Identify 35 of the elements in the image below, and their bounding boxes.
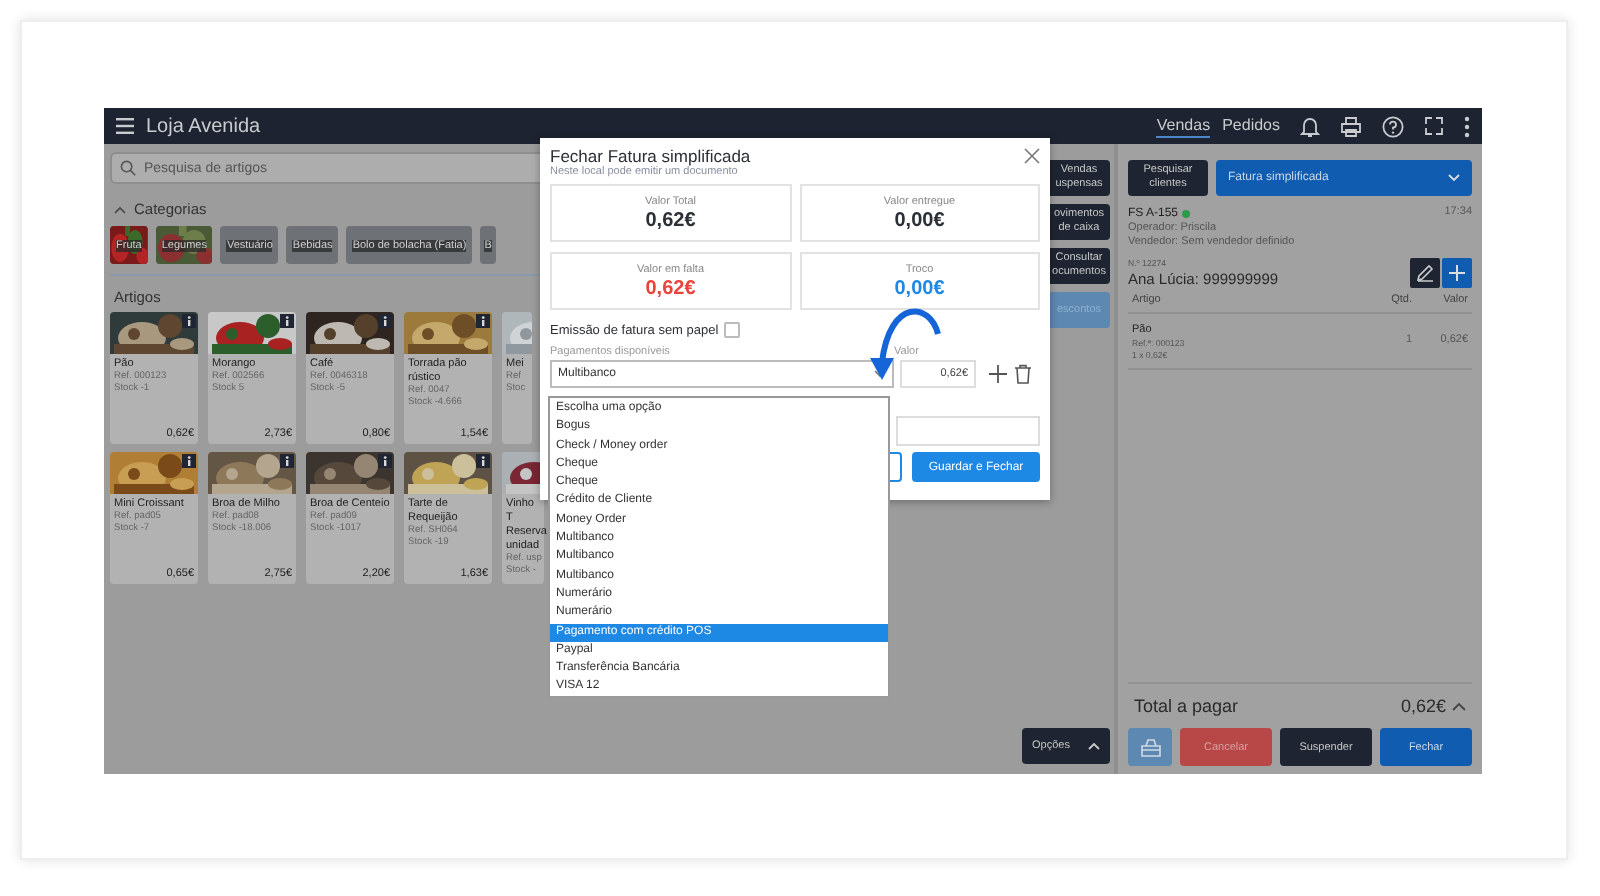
- checkbox[interactable]: [724, 322, 741, 338]
- plus-icon[interactable]: [988, 364, 1008, 384]
- info-icon[interactable]: [378, 314, 392, 328]
- chevron-up-icon[interactable]: [114, 205, 126, 213]
- add-button[interactable]: [1442, 258, 1472, 289]
- store-name: Loja Avenida: [146, 115, 261, 137]
- cash-drawer-icon: [1139, 737, 1161, 757]
- bell-icon[interactable]: [1300, 115, 1320, 137]
- dialog-title: Fechar Fatura simplificada: [550, 146, 751, 166]
- info-icon[interactable]: [182, 314, 196, 328]
- more-icon[interactable]: [1464, 115, 1470, 137]
- close-icon[interactable]: [1024, 148, 1040, 164]
- nav-tab[interactable]: Pedidos: [1222, 114, 1280, 138]
- trash-icon[interactable]: [1014, 364, 1032, 384]
- total-value: 0,62€: [1400, 696, 1446, 716]
- edit-button[interactable]: [1410, 258, 1440, 289]
- info-icon[interactable]: [182, 454, 196, 468]
- total-label: Total a pagar: [1134, 696, 1239, 716]
- chevron-up-icon: [1088, 742, 1100, 750]
- fullscreen-icon[interactable]: [1424, 116, 1444, 136]
- info-icon[interactable]: [378, 454, 392, 468]
- search-icon: [120, 160, 136, 176]
- menu-icon[interactable]: [116, 118, 134, 134]
- info-icon[interactable]: [476, 454, 490, 468]
- info-icon[interactable]: [476, 314, 490, 328]
- chevron-up-icon[interactable]: [1452, 701, 1466, 711]
- help-icon[interactable]: [1382, 115, 1404, 137]
- pencil-icon: [1416, 264, 1434, 283]
- nav-tab[interactable]: Vendas: [1156, 114, 1211, 138]
- info-icon[interactable]: [280, 454, 294, 468]
- chevron-down-icon: [1448, 174, 1460, 182]
- info-icon[interactable]: [280, 314, 294, 328]
- printer-icon[interactable]: [1340, 115, 1362, 137]
- plus-icon: [1448, 264, 1466, 283]
- input-field[interactable]: [896, 416, 1040, 446]
